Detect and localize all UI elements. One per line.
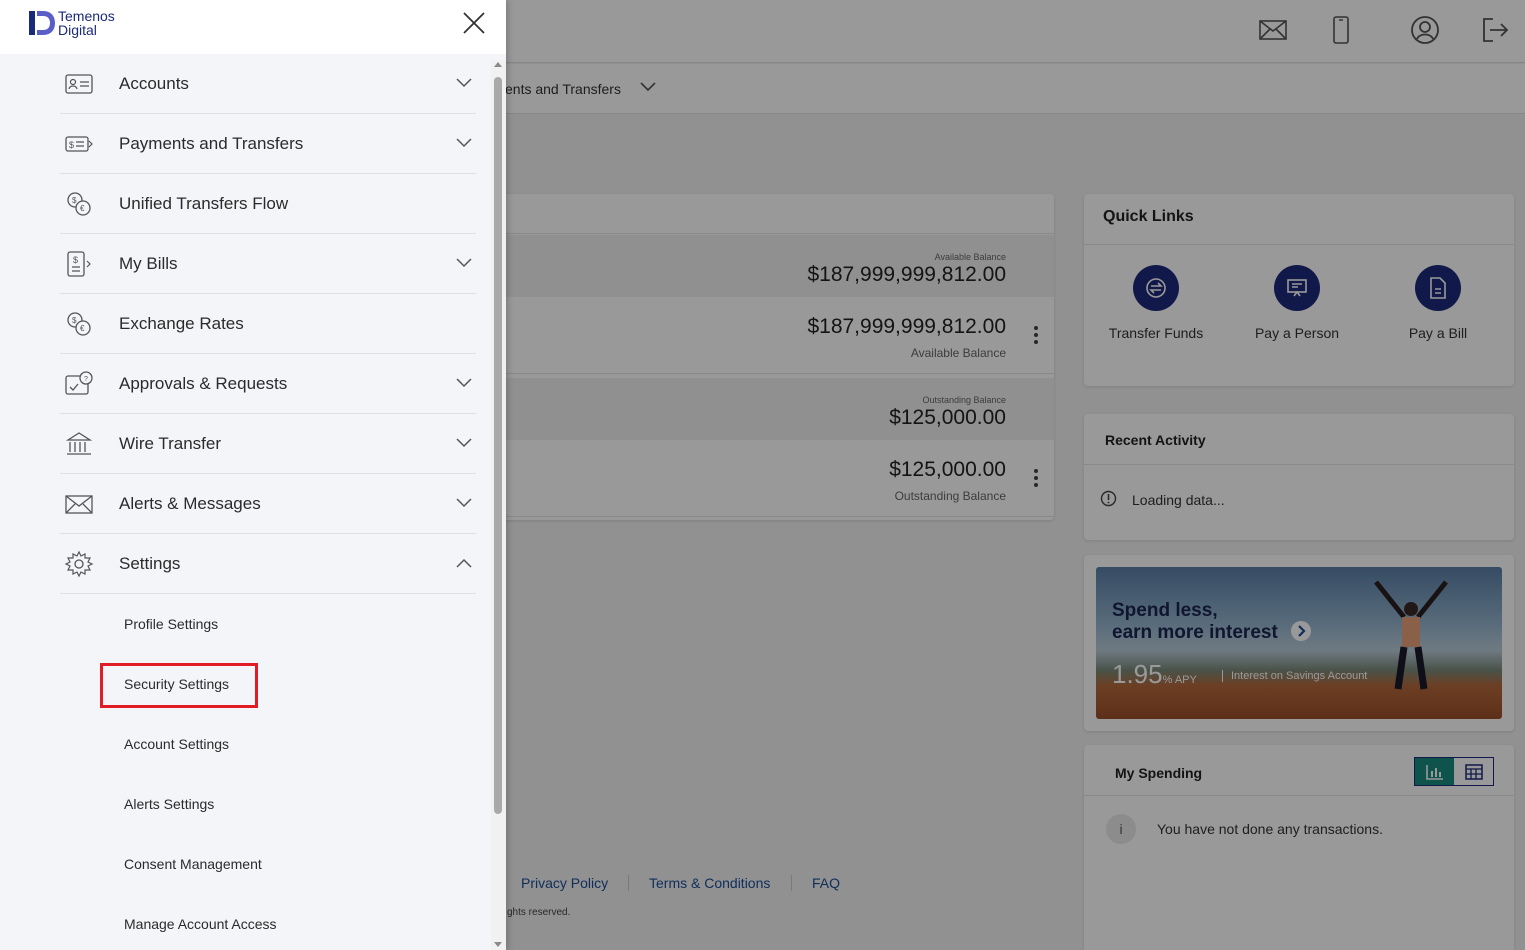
menu-item-label: Alerts & Messages — [119, 494, 261, 513]
exchange-rates-icon: $€ — [67, 312, 91, 336]
menu-item-approvals-and-requests[interactable]: ? Approvals & Requests — [60, 354, 476, 414]
menu-item-label: Approvals & Requests — [119, 374, 288, 393]
payments-icon: $ — [65, 136, 93, 152]
menu-item-label: Exchange Rates — [119, 314, 244, 333]
chevron-down-icon[interactable] — [456, 498, 472, 508]
menu-item-label: Wire Transfer — [119, 434, 222, 453]
menu-item-accounts[interactable]: Accounts — [60, 54, 476, 114]
svg-text:$: $ — [72, 316, 77, 325]
side-menu-header: Temenos Digital — [0, 0, 506, 54]
menu-item-label: Settings — [119, 554, 181, 573]
menu-item-my-bills[interactable]: $ My Bills — [60, 234, 476, 294]
submenu-manage-account-access[interactable]: Manage Account Access — [124, 916, 277, 940]
brand-name: Temenos Digital — [58, 8, 115, 38]
chevron-down-icon[interactable] — [456, 138, 472, 148]
unified-transfers-icon: $€ — [67, 192, 91, 216]
menu-item-alerts-and-messages[interactable]: Alerts & Messages — [60, 474, 476, 534]
menu-item-label: Accounts — [119, 74, 189, 93]
menu-item-wire-transfer[interactable]: Wire Transfer — [60, 414, 476, 474]
scroll-down-arrow-icon[interactable] — [494, 942, 502, 947]
menu-item-label: My Bills — [119, 254, 178, 273]
chevron-down-icon[interactable] — [456, 378, 472, 388]
svg-text:€: € — [80, 204, 85, 213]
brand-logo[interactable]: Temenos Digital — [28, 8, 115, 38]
security-settings-highlight-box — [100, 663, 258, 708]
svg-text:$: $ — [69, 140, 74, 150]
svg-text:?: ? — [84, 376, 88, 383]
menu-item-label: Payments and Transfers — [119, 134, 304, 153]
chevron-up-icon[interactable] — [456, 558, 472, 568]
submenu-alerts-settings[interactable]: Alerts Settings — [124, 796, 214, 820]
menu-item-settings[interactable]: Settings — [60, 534, 476, 594]
wire-transfer-icon — [65, 432, 93, 455]
menu-item-unified-transfers-flow[interactable]: $ € Unified Transfers Flow — [60, 174, 476, 234]
submenu-profile-settings[interactable]: Profile Settings — [124, 616, 218, 640]
settings-icon — [64, 550, 94, 578]
alerts-messages-icon — [65, 495, 93, 514]
accounts-icon — [65, 74, 93, 94]
chevron-down-icon[interactable] — [456, 258, 472, 268]
chevron-down-icon[interactable] — [456, 78, 472, 88]
menu-item-exchange-rates[interactable]: $ € Exchange Rates — [60, 294, 476, 354]
menu-item-payments-and-transfers[interactable]: $ Payments and Transfers — [60, 114, 476, 174]
scrollbar-thumb[interactable] — [494, 77, 502, 814]
chevron-down-icon[interactable] — [456, 438, 472, 448]
menu-item-label: Unified Transfers Flow — [119, 194, 289, 213]
close-icon[interactable] — [462, 11, 486, 35]
svg-text:$: $ — [73, 255, 78, 265]
svg-text:$: $ — [72, 196, 77, 205]
side-menu: Temenos Digital Accounts $ Payments and … — [0, 0, 506, 950]
approvals-icon: ? — [65, 371, 93, 395]
scroll-up-arrow-icon[interactable] — [494, 62, 502, 67]
bills-icon: $ — [67, 251, 91, 277]
svg-text:€: € — [80, 324, 85, 333]
submenu-consent-management[interactable]: Consent Management — [124, 856, 262, 880]
submenu-account-settings[interactable]: Account Settings — [124, 736, 229, 760]
temenos-logo-icon — [29, 11, 55, 35]
